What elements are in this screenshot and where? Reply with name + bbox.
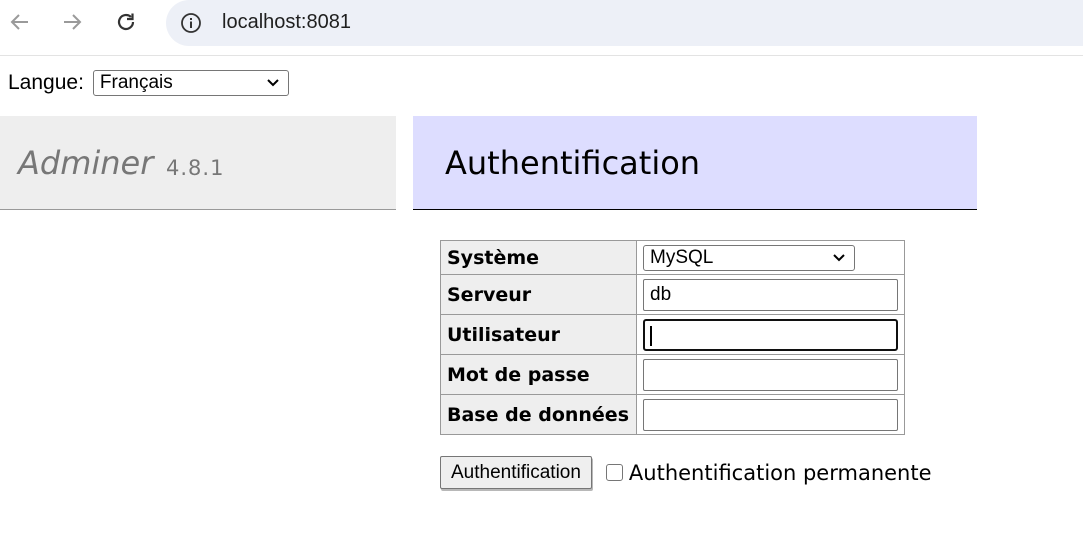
table-row: Mot de passe: [440, 354, 905, 395]
language-selected: Français: [99, 72, 173, 93]
system-label: Système: [440, 240, 637, 275]
chevron-down-icon: [267, 79, 279, 87]
arrow-left-icon: [10, 14, 28, 30]
table-row: Base de données: [440, 394, 905, 435]
chevron-down-icon: [833, 253, 845, 261]
content-header: Authentification: [413, 116, 977, 210]
table-row: Utilisateur: [440, 314, 905, 355]
language-row: Langue: Français: [8, 70, 289, 96]
language-label: Langue:: [8, 71, 84, 94]
password-label: Mot de passe: [440, 354, 637, 395]
username-cell: [636, 314, 905, 355]
permanent-login-label[interactable]: Authentification permanente: [629, 461, 932, 485]
submit-row: Authentification Authentification perman…: [440, 456, 932, 489]
system-cell: MySQL: [636, 240, 905, 275]
password-input[interactable]: [643, 358, 898, 391]
version-label: 4.8.1: [166, 156, 225, 180]
database-cell: [636, 394, 905, 435]
back-button[interactable]: [2, 4, 38, 40]
text-caret: [650, 325, 652, 346]
database-input[interactable]: [643, 398, 898, 431]
server-label: Serveur: [440, 274, 637, 315]
permanent-login-checkbox[interactable]: [605, 464, 623, 481]
table-row: Système MySQL: [440, 240, 905, 275]
server-input[interactable]: db: [643, 278, 898, 311]
table-row: Serveur db: [440, 274, 905, 315]
browser-toolbar: localhost:8081: [0, 0, 1083, 56]
system-selected: MySQL: [650, 246, 714, 268]
adminer-logo[interactable]: Adminer: [18, 144, 153, 182]
page-title: Authentification: [445, 144, 701, 182]
database-label: Base de données: [440, 394, 637, 435]
reload-button[interactable]: [108, 4, 144, 40]
address-bar[interactable]: localhost:8081: [166, 0, 1083, 46]
password-cell: [636, 354, 905, 395]
language-select[interactable]: Français: [92, 70, 289, 96]
username-label: Utilisateur: [440, 314, 637, 355]
login-button[interactable]: Authentification: [440, 456, 592, 489]
reload-icon: [117, 13, 135, 31]
system-select[interactable]: MySQL: [643, 244, 855, 271]
forward-button[interactable]: [54, 4, 90, 40]
url-text: localhost:8081: [222, 11, 351, 33]
username-input[interactable]: [643, 318, 898, 351]
menu-header: Adminer 4.8.1: [0, 116, 396, 210]
login-form-table: Système MySQL Serveur db Utilisateur Mot…: [440, 240, 905, 435]
server-cell: db: [636, 274, 905, 315]
info-icon[interactable]: [180, 12, 202, 34]
arrow-right-icon: [64, 14, 82, 30]
